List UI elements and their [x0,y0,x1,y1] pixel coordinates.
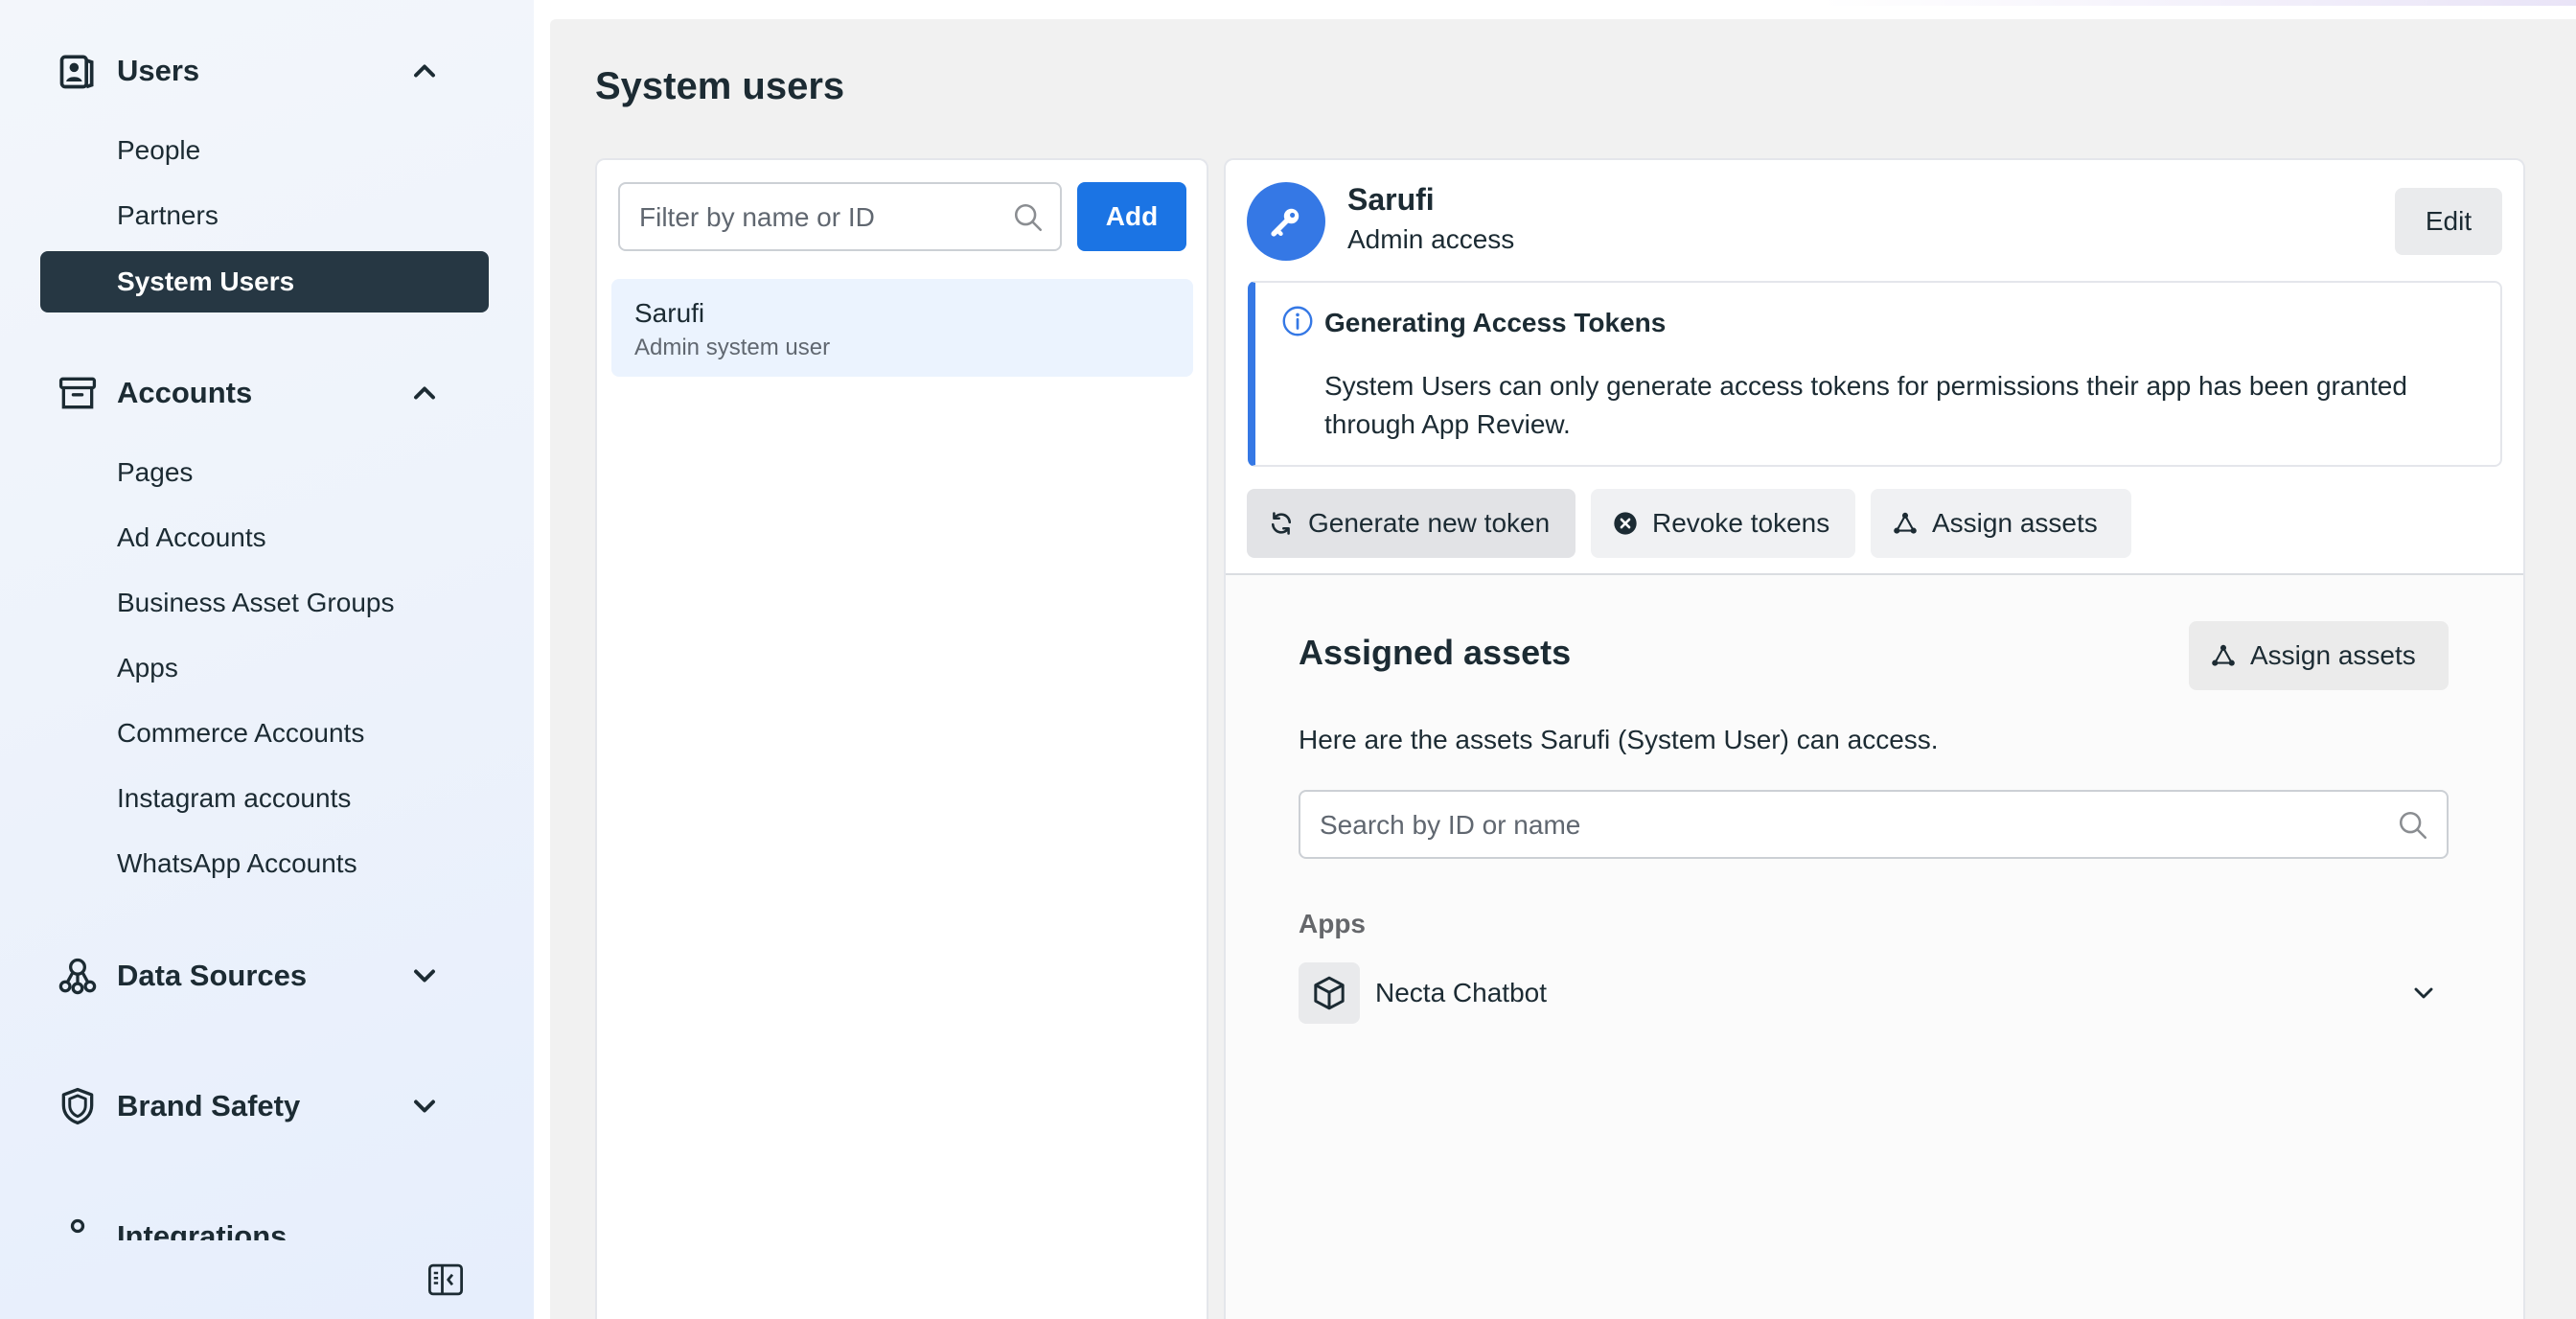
chevron-up-icon [414,64,435,78]
list-item-system-user[interactable]: Sarufi Admin system user [611,279,1193,377]
avatar [1247,182,1325,261]
detail-user-role: Admin access [1347,224,1515,254]
sidebar-item-ad-accounts[interactable]: Ad Accounts [40,507,489,568]
notice-body: System Users can only generate access to… [1324,371,2407,439]
sidebar-item-apps[interactable]: Apps [40,637,489,699]
chevron-up-icon [414,386,435,400]
edit-button[interactable]: Edit [2395,188,2502,255]
network-icon [1894,512,1917,534]
page-title: System users [595,65,845,107]
shield-icon [61,1087,94,1125]
app-icon [1299,962,1360,1024]
top-glow [1821,0,2576,6]
chevron-down-icon [414,969,435,983]
archive-box-icon [58,377,97,409]
info-icon [1282,306,1313,336]
assign-assets-button[interactable]: Assign assets [1871,489,2131,558]
users-icon [59,55,94,89]
revoke-tokens-label: Revoke tokens [1652,508,1830,538]
chevron-down-icon[interactable] [2408,978,2439,1008]
network-icon [2212,644,2235,666]
sidebar-item-people[interactable]: People [40,120,489,181]
section-header-brand-safety[interactable]: Brand Safety [39,1072,461,1141]
system-user-name: Sarufi [634,298,705,328]
add-button[interactable]: Add [1077,182,1186,251]
section-title-users: Users [117,54,200,87]
close-circle-icon [1614,512,1637,535]
sidebar-item-business-asset-groups[interactable]: Business Asset Groups [40,572,489,634]
assign-assets-secondary-label: Assign assets [2250,640,2416,670]
sidebar-item-partners[interactable]: Partners [40,185,489,246]
assign-assets-secondary-button[interactable]: Assign assets [2189,621,2449,690]
generate-new-token-button[interactable]: Generate new token [1247,489,1576,558]
assigned-assets-description: Here are the assets Sarufi (System User)… [1299,725,1939,754]
search-icon [1014,203,1043,232]
generate-new-token-label: Generate new token [1308,508,1551,538]
sidebar-item-system-users[interactable]: System Users [40,251,489,312]
system-user-subtitle: Admin system user [634,335,831,360]
access-token-notice: Generating Access Tokens System Users ca… [1248,281,2502,467]
search-icon [2399,811,2427,840]
sidebar-item-commerce-accounts[interactable]: Commerce Accounts [40,703,489,764]
assign-assets-label: Assign assets [1932,508,2098,538]
collapse-sidebar-icon[interactable] [426,1260,466,1300]
refresh-icon [1271,512,1292,535]
notice-title: Generating Access Tokens [1324,308,1667,337]
section-header-integrations[interactable]: Integrations [39,1202,461,1240]
section-header-data-sources[interactable]: Data Sources [39,941,461,1010]
section-header-accounts[interactable]: Accounts [39,359,461,428]
section-title-accounts: Accounts [117,376,253,409]
filter-input-field[interactable] [637,184,1005,251]
section-title-integrations: Integrations [117,1219,288,1240]
filter-input[interactable] [618,182,1062,251]
app-name: Necta Chatbot [1375,978,1547,1007]
assets-search[interactable] [1299,790,2449,859]
detail-user-name: Sarufi [1347,182,1435,217]
cube-icon [1314,976,1345,1010]
assigned-assets-title: Assigned assets [1299,633,1572,672]
sidebar: Users People Partners System Users Accou… [0,0,534,1319]
integrations-icon [70,1218,85,1234]
apps-group-label: Apps [1299,909,1366,938]
revoke-tokens-button[interactable]: Revoke tokens [1591,489,1855,558]
section-title-brand-safety: Brand Safety [117,1089,301,1122]
asset-row-app[interactable]: Necta Chatbot [1299,962,2449,1024]
section-header-users[interactable]: Users [39,36,461,105]
section-title-data-sources: Data Sources [117,959,308,992]
key-icon [1271,208,1300,237]
sidebar-item-whatsapp-accounts[interactable]: WhatsApp Accounts [40,833,489,894]
divider [1226,573,2523,575]
assets-search-input[interactable] [1318,792,2376,859]
chevron-down-icon [414,1099,435,1113]
sidebar-item-pages[interactable]: Pages [40,442,489,503]
sidebar-item-instagram-accounts[interactable]: Instagram accounts [40,768,489,829]
data-sources-icon [58,958,97,995]
